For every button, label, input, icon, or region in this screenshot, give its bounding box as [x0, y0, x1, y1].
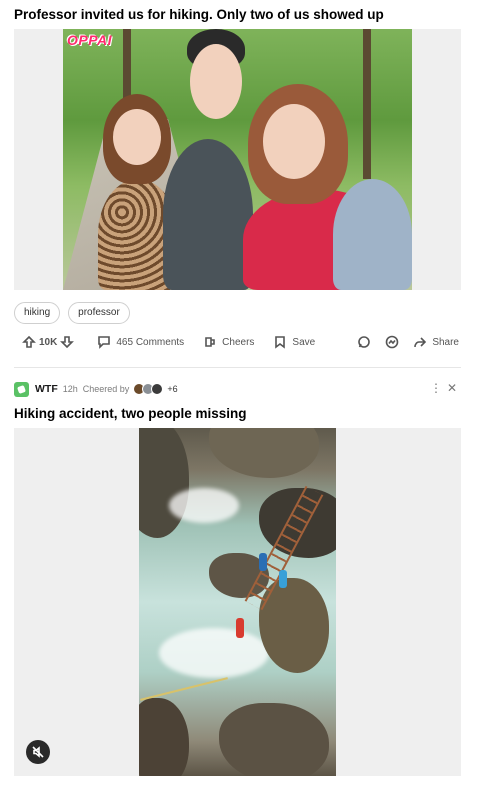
whatsapp-share-button[interactable] [357, 335, 371, 349]
comments-label: 465 Comments [116, 336, 185, 348]
oppai-watermark-logo: OPPAI [67, 32, 113, 48]
vote-count: 10K [39, 336, 58, 348]
share-button[interactable]: Share [413, 335, 459, 349]
tag-chip[interactable]: hiking [14, 302, 61, 324]
messenger-share-button[interactable] [385, 335, 399, 349]
post-title[interactable]: Professor invited us for hiking. Only tw… [14, 7, 384, 22]
post-video-container[interactable] [14, 428, 461, 776]
avatar [151, 383, 164, 395]
post-video[interactable] [139, 428, 336, 776]
cheers-icon [205, 337, 215, 347]
tag-chip[interactable]: professor [68, 302, 130, 324]
post-image[interactable]: OPPAI [63, 29, 412, 290]
share-icon [414, 337, 427, 348]
share-label: Share [432, 336, 459, 348]
comments-button[interactable]: 465 Comments [97, 335, 184, 349]
cheered-by-label: Cheered by [82, 384, 130, 394]
post-image-container[interactable]: OPPAI [14, 29, 461, 290]
post-title[interactable]: Hiking accident, two people missing [14, 406, 247, 421]
community-name[interactable]: WTF [35, 383, 58, 395]
cheers-label: Cheers [222, 336, 255, 348]
vote-group: 10K [22, 335, 75, 349]
cheerer-avatars[interactable] [133, 383, 164, 395]
whatsapp-icon [358, 336, 371, 348]
cheers-button[interactable]: Cheers [203, 335, 254, 349]
downvote-icon[interactable] [60, 335, 75, 349]
post-action-bar: 10K 465 Comments Cheers Save Share [22, 333, 459, 351]
messenger-icon [386, 335, 399, 349]
comment-icon [98, 336, 111, 349]
more-options-icon[interactable]: ⋮ [430, 381, 442, 395]
close-icon[interactable]: ✕ [447, 381, 457, 395]
muted-speaker-icon [32, 746, 44, 758]
upvote-icon[interactable] [22, 335, 36, 349]
mute-button[interactable] [26, 740, 50, 764]
cheered-count: +6 [167, 384, 178, 394]
post-divider [14, 367, 461, 368]
save-label: Save [292, 336, 316, 348]
post-age: 12h [62, 384, 78, 394]
community-icon[interactable] [14, 381, 29, 397]
tag-list: hiking professor [14, 302, 130, 324]
save-button[interactable]: Save [273, 335, 315, 349]
post-meta: WTF 12h Cheered by +6 [14, 381, 461, 397]
bookmark-icon [275, 336, 286, 349]
